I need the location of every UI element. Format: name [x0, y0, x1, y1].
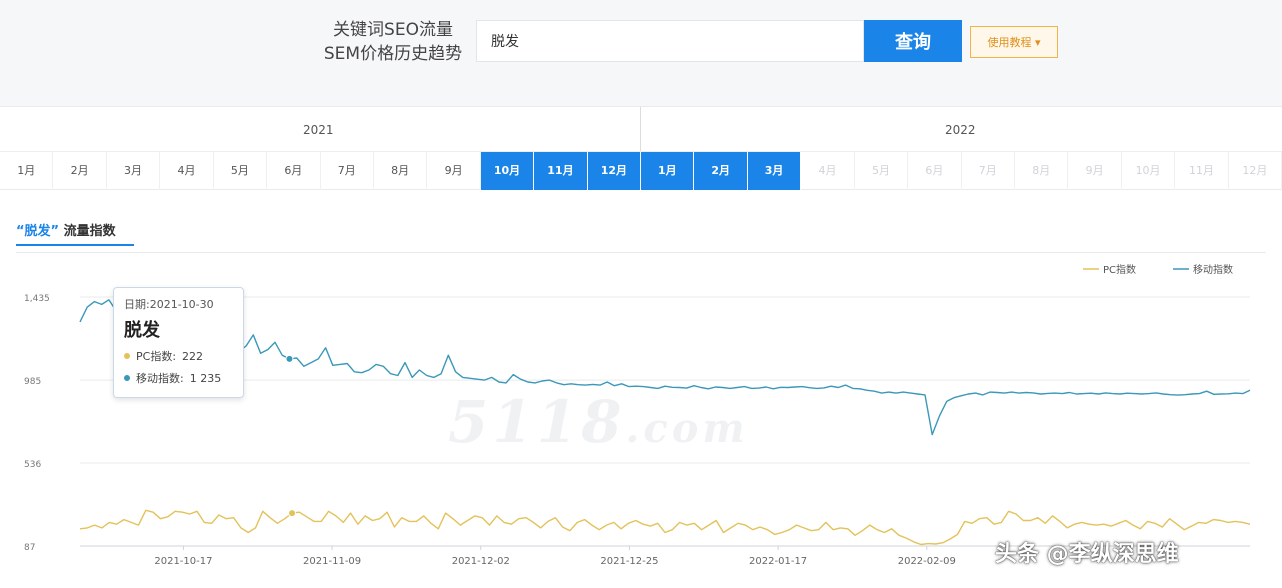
tool-title-line2: SEM价格历史趋势	[323, 44, 463, 64]
month-2022-7: 7月	[962, 152, 1016, 190]
month-2021-11[interactable]: 11月	[534, 152, 588, 190]
month-list: 1月 2月 3月 4月 5月 6月 7月 8月 9月 10月 11月 12月 1月 2月 3月 4月 5月 6月 7…	[0, 151, 1282, 190]
tutorial-dropdown-button[interactable]: 使用教程 ▾	[970, 26, 1058, 58]
month-range-selector: 2021 2022 1月 2月 3月 4月 5月 6月 7月 8月 9月 10月 11月 12月 1月 2…	[0, 106, 1282, 190]
month-2021-4[interactable]: 4月	[160, 152, 214, 190]
year-label-2022: 2022	[945, 123, 976, 137]
month-2021-7[interactable]: 7月	[321, 152, 374, 190]
month-2022-5: 5月	[855, 152, 909, 190]
month-2021-9[interactable]: 9月	[427, 152, 481, 190]
month-2022-12: 12月	[1229, 152, 1282, 190]
month-2021-10[interactable]: 10月	[480, 152, 535, 190]
y-tick-label: 1,435	[24, 294, 50, 304]
mobile-index-line	[79, 299, 1251, 436]
month-2022-10: 10月	[1122, 152, 1176, 190]
keyword-trend-page: 关键词SEO流量 SEM价格历史趋势 查询 使用教程 ▾ 2021 2022 1…	[0, 0, 1282, 588]
tool-title: 关键词SEO流量 SEM价格历史趋势	[318, 18, 468, 66]
x-tick-label: 2021-12-02	[452, 556, 510, 567]
month-2022-6: 6月	[908, 152, 962, 190]
month-2022-2[interactable]: 2月	[694, 152, 748, 190]
month-2021-5[interactable]: 5月	[214, 152, 268, 190]
month-2022-4: 4月	[801, 152, 855, 190]
month-2021-3[interactable]: 3月	[107, 152, 161, 190]
month-2022-1[interactable]: 1月	[641, 152, 695, 190]
month-2022-9: 9月	[1068, 152, 1122, 190]
tooltip-pc-label: PC指数:	[136, 350, 177, 363]
x-tick-label: 2022-01-17	[749, 556, 807, 567]
legend-label: 移动指数	[1193, 263, 1233, 276]
mobile-dot-icon	[124, 375, 130, 381]
chart-tooltip: 日期:2021-10-30 脱发 PC指数: 222 移动指数: 1 235	[113, 287, 244, 398]
month-2021-12[interactable]: 12月	[587, 152, 642, 190]
x-tick-label: 2021-10-17	[154, 556, 212, 567]
tooltip-keyword: 脱发	[124, 320, 160, 341]
x-tick-label: 2021-12-25	[600, 556, 658, 567]
tooltip-mobile-label: 移动指数:	[136, 372, 184, 385]
year-divider	[640, 107, 641, 151]
attribution-watermark: 头条 @李纵深思维	[995, 542, 1179, 567]
month-2021-1[interactable]: 1月	[0, 152, 54, 190]
mobile-hover-point	[285, 354, 294, 363]
keyword-search-input[interactable]	[476, 20, 864, 62]
month-2021-8[interactable]: 8月	[374, 152, 428, 190]
month-2022-11: 11月	[1175, 152, 1229, 190]
pc-dot-icon	[124, 353, 130, 359]
tooltip-date: 日期:2021-10-30	[124, 298, 214, 311]
x-tick-label: 2022-02-09	[898, 556, 956, 567]
month-2022-8: 8月	[1015, 152, 1069, 190]
month-2022-3[interactable]: 3月	[747, 152, 802, 190]
pc-hover-point	[288, 509, 297, 518]
tooltip-mobile-row: 移动指数: 1 235	[124, 370, 233, 386]
legend-label: PC指数	[1103, 263, 1136, 276]
tooltip-mobile-value: 1 235	[189, 371, 222, 385]
tooltip-pc-row: PC指数: 222	[124, 348, 233, 364]
x-tick-label: 2021-11-09	[303, 556, 361, 567]
y-tick-label: 985	[24, 377, 41, 387]
tool-title-line1: 关键词SEO流量	[333, 20, 453, 40]
y-tick-label: 536	[24, 460, 41, 470]
month-2021-6[interactable]: 6月	[267, 152, 321, 190]
month-2021-2[interactable]: 2月	[53, 152, 107, 190]
tooltip-pc-value: 222	[182, 349, 204, 363]
query-button[interactable]: 查询	[864, 20, 962, 62]
year-label-2021: 2021	[303, 123, 334, 137]
search-header: 关键词SEO流量 SEM价格历史趋势 查询 使用教程 ▾	[0, 0, 1282, 106]
y-tick-label: 87	[24, 543, 35, 553]
